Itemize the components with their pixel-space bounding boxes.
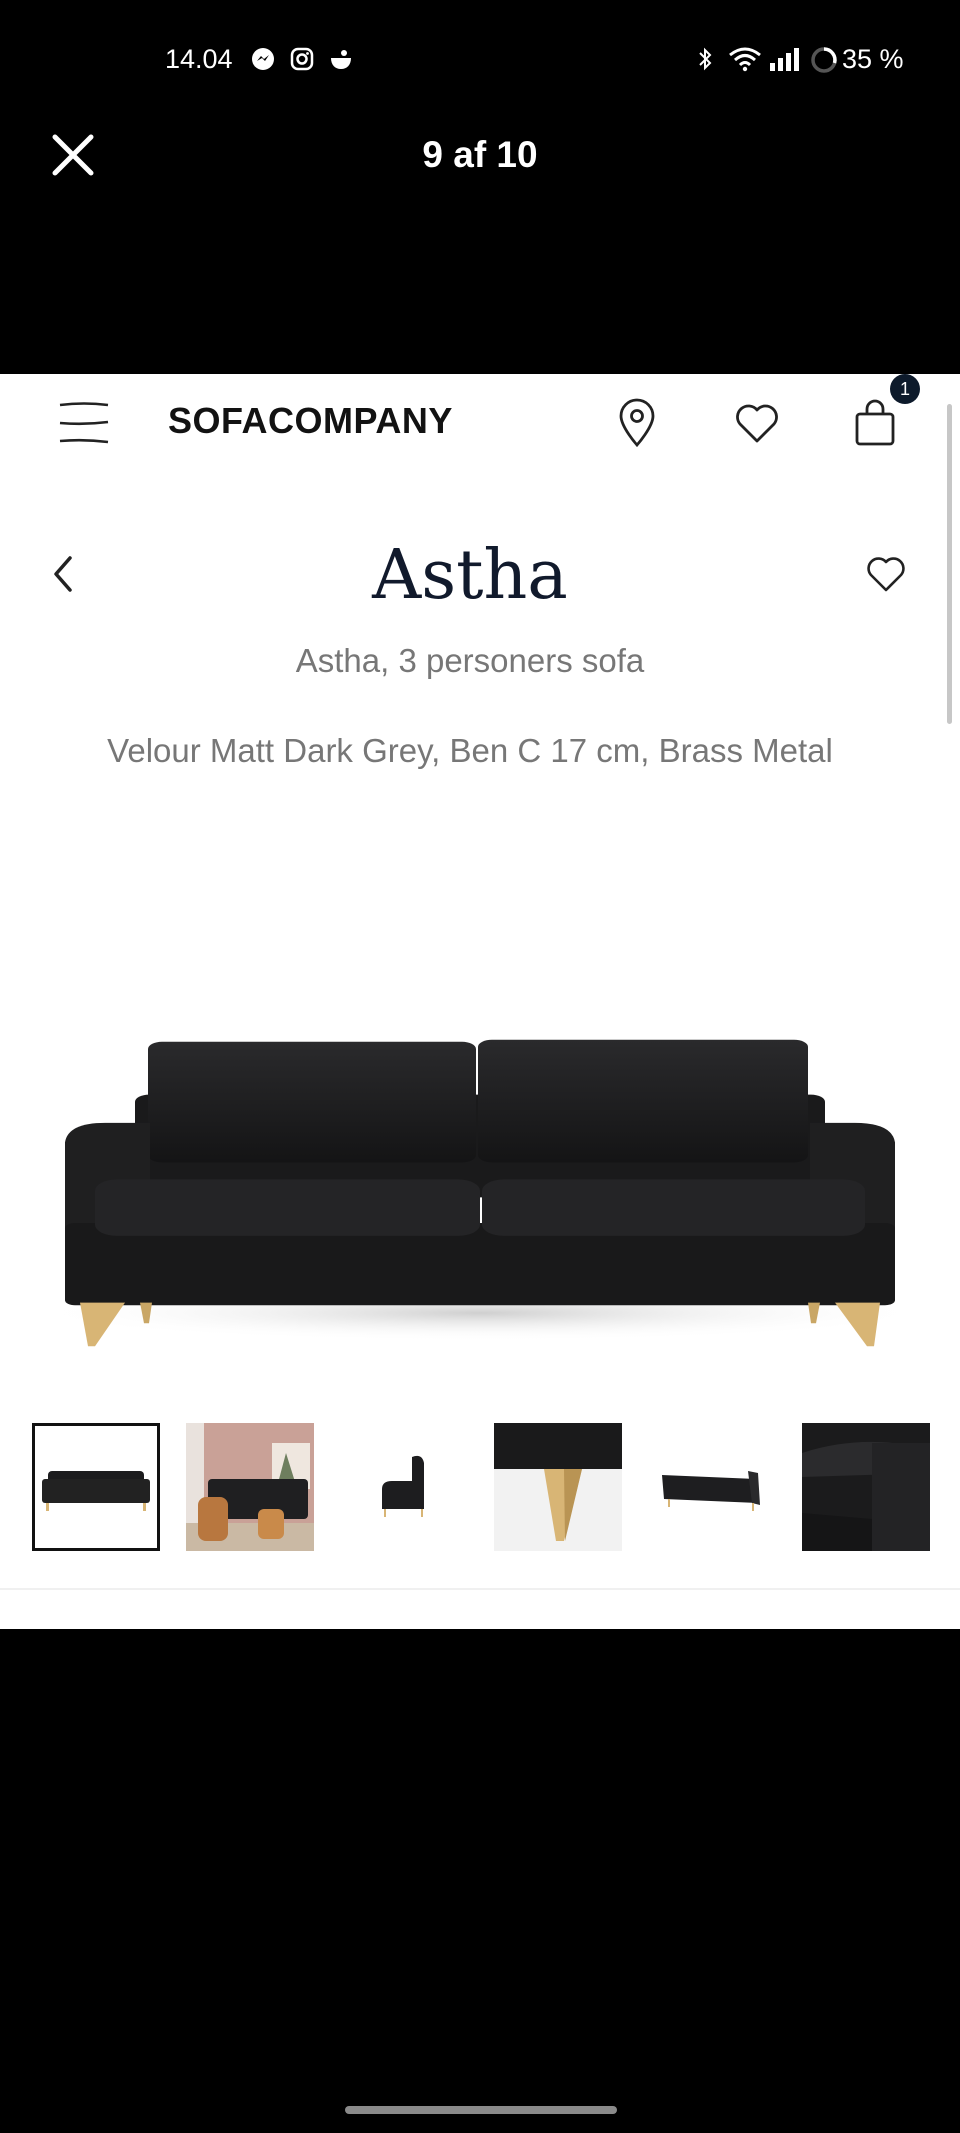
thumb-sofa-side-image [382, 1455, 424, 1517]
bluetooth-icon [699, 47, 712, 71]
brand-logo[interactable]: SOFACOMPANY [168, 400, 453, 442]
product-title: Astha [372, 536, 568, 615]
cart-count-badge: 1 [890, 374, 920, 404]
product-subtitle: Astha, 3 personers sofa [295, 642, 645, 679]
thumb-sofa-angle-image [662, 1471, 760, 1511]
thumbnail-3[interactable] [340, 1423, 468, 1551]
thumbnail-4[interactable] [494, 1423, 622, 1551]
shopping-bag-icon[interactable] [852, 398, 898, 448]
home-indicator[interactable] [345, 2106, 617, 2114]
thumb-leg-closeup-image [494, 1423, 622, 1551]
heart-icon[interactable] [734, 400, 780, 446]
battery-percent: 35 % [842, 44, 904, 74]
product-screenshot: SOFACOMPANY 1 Astha Astha, 3 personers s… [0, 374, 960, 1629]
status-bar: 14.04 35 % [0, 0, 960, 120]
thumb-sofa-front-image [42, 1471, 150, 1511]
image-counter: 9 af 10 [422, 134, 538, 175]
thumbnail-5[interactable] [648, 1423, 776, 1551]
favorite-heart-icon[interactable] [866, 554, 906, 594]
thumbnail-1[interactable] [32, 1423, 160, 1551]
messenger-icon [252, 48, 274, 70]
scrollbar[interactable] [947, 404, 952, 724]
product-image-sofa[interactable] [0, 974, 960, 1354]
battery-ring-icon [811, 47, 837, 73]
status-time: 14.04 [165, 44, 233, 74]
thumb-fabric-closeup-image [802, 1423, 930, 1551]
menu-icon[interactable] [58, 402, 110, 444]
thumb-living-room-image [186, 1423, 314, 1551]
product-variant: Velour Matt Dark Grey, Ben C 17 cm, Bras… [107, 732, 833, 769]
instagram-icon [290, 47, 314, 71]
app-icon [331, 50, 351, 69]
divider [0, 1588, 960, 1590]
location-pin-icon[interactable] [616, 398, 658, 448]
thumbnail-6[interactable] [802, 1423, 930, 1551]
thumbnail-2[interactable] [186, 1423, 314, 1551]
wifi-icon [729, 47, 761, 72]
signal-icon [770, 48, 799, 71]
